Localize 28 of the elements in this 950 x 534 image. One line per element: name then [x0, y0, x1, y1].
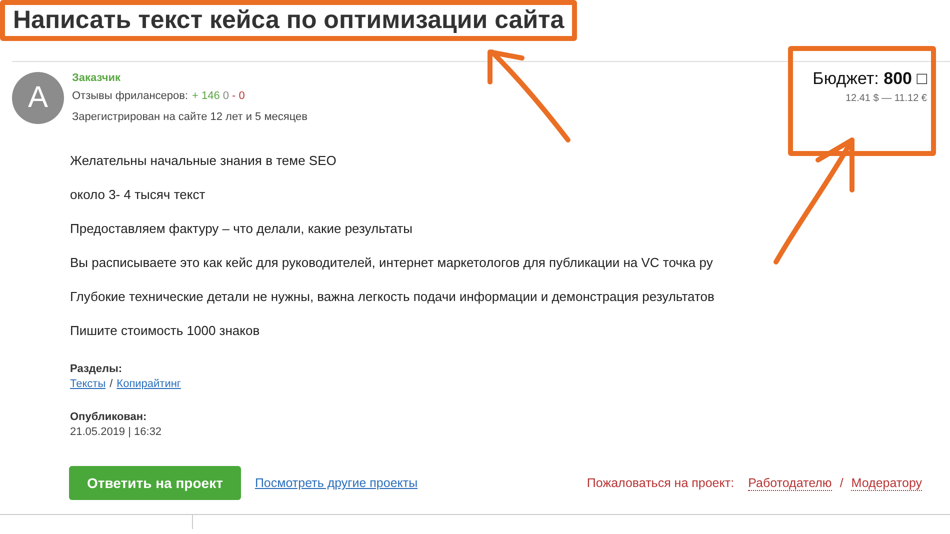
budget: Бюджет: 800 □ — [812, 69, 927, 89]
complaint-link[interactable]: Модератору — [851, 476, 922, 491]
separator: / — [840, 476, 844, 490]
positive-reviews: + 146 — [192, 90, 220, 102]
section-link[interactable]: Копирайтинг — [116, 378, 181, 390]
budget-conversion: 12.41 $ — 11.12 € — [844, 93, 927, 104]
section-link[interactable]: Тексты — [70, 378, 106, 390]
other-projects-link[interactable]: Посмотреть другие проекты — [254, 476, 418, 490]
description-line: Предоставляем фактуру – что делали, какие результаты — [70, 220, 414, 238]
reply-button[interactable]: Ответить на проект — [69, 466, 241, 500]
avatar: A — [12, 72, 64, 124]
customer-role: Заказчик — [72, 71, 122, 86]
published-date: 21.05.2019 | 16:32 — [70, 425, 163, 440]
complaint-link[interactable]: Работодателю — [748, 476, 832, 491]
published-label: Опубликован: — [70, 410, 148, 425]
registration-info: Зарегистрирован на сайте 12 лет и 5 месяцев — [72, 110, 308, 125]
description-line: Глубокие технические детали не нужны, важна легкость подачи информации и демонстрация результатов — [70, 288, 716, 306]
description-line: Вы расписываете это как кейс для руководителей, интернет маркетологов для публикации на VC точка ру — [70, 254, 714, 272]
sections-label: Разделы: — [70, 362, 124, 377]
description-line: Пишите стоимость 1000 знаков — [70, 322, 261, 340]
neutral-reviews: 0 — [222, 90, 229, 102]
description-line: Желательны начальные знания в теме SEO — [70, 152, 338, 170]
description-line: около 3- 4 тысяч текст — [70, 186, 206, 204]
complaint-label: Пожаловаться на проект: — [586, 476, 734, 490]
negative-reviews: - 0 — [232, 90, 245, 102]
page-title: Написать текст кейса по оптимизации сайта — [13, 7, 564, 34]
separator: / — [110, 378, 113, 390]
reviews-label: Отзывы фрилансеров: — [72, 90, 188, 102]
